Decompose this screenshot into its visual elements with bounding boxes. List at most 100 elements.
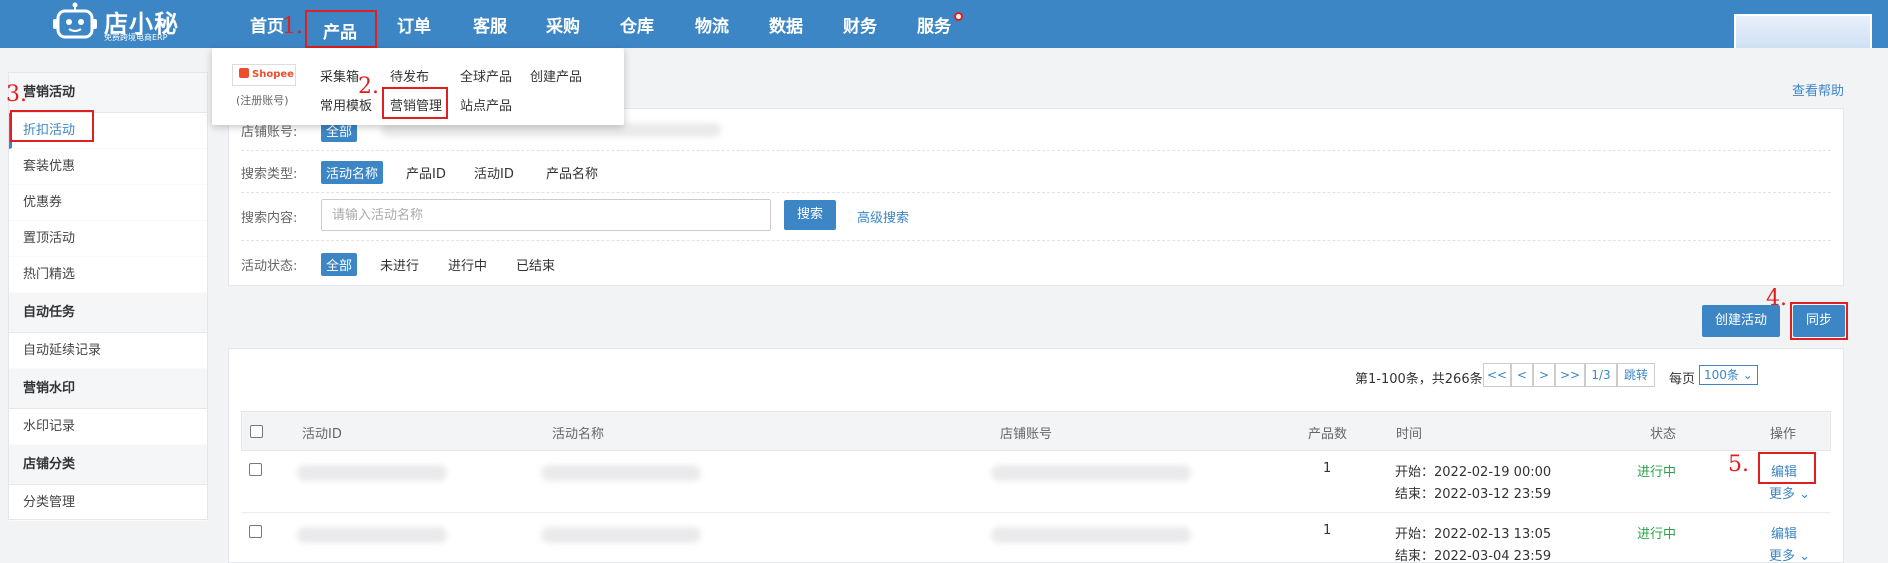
- step-2-highlight: [382, 87, 448, 119]
- more-dropdown[interactable]: 更多 ⌄: [1769, 545, 1810, 563]
- sidebar-item-coupon[interactable]: 优惠券: [9, 185, 207, 221]
- nav-services[interactable]: 服务: [917, 12, 951, 37]
- search-type-label: 搜索类型:: [241, 167, 298, 182]
- col-activity-id: 活动ID: [302, 427, 342, 442]
- pager-first-button[interactable]: <<: [1483, 363, 1511, 387]
- filter-panel: 店铺账号: 全部 搜索类型: 活动名称 产品ID 活动ID 产品名称 搜索内容:…: [228, 108, 1844, 286]
- status-filter-ended[interactable]: 已结束: [511, 253, 560, 276]
- edit-link[interactable]: 编辑: [1771, 523, 1797, 542]
- menu-item-global-products[interactable]: 全球产品: [460, 66, 512, 85]
- nav-purchasing[interactable]: 采购: [546, 12, 580, 37]
- step-5-label: 5.: [1728, 452, 1749, 477]
- status-badge: 进行中: [1637, 465, 1677, 480]
- sidebar-item-top-picks[interactable]: 热门精选: [9, 257, 207, 293]
- pager-next-button[interactable]: >: [1533, 363, 1555, 387]
- col-status: 状态: [1650, 427, 1677, 442]
- advanced-search-link[interactable]: 高级搜索: [857, 207, 909, 226]
- product-count: 1: [1323, 523, 1332, 538]
- more-dropdown[interactable]: 更多 ⌄: [1769, 483, 1810, 502]
- select-all-checkbox[interactable]: [250, 425, 263, 438]
- status-filter-not-started[interactable]: 未进行: [375, 253, 424, 276]
- chevron-down-icon: ⌄: [1738, 368, 1753, 382]
- step-5-highlight: [1758, 452, 1816, 484]
- step-1-label: 1.: [282, 14, 303, 39]
- sidebar-item-category-manage[interactable]: 分类管理: [9, 485, 207, 521]
- sidebar-group-auto-tasks: 自动任务: [9, 293, 207, 333]
- nav-data[interactable]: 数据: [769, 12, 803, 37]
- nav-logistics[interactable]: 物流: [695, 12, 729, 37]
- search-type-product-name[interactable]: 产品名称: [541, 161, 603, 184]
- row-checkbox[interactable]: [249, 525, 262, 538]
- sidebar-item-bundle[interactable]: 套装优惠: [9, 149, 207, 185]
- search-type-activity-name[interactable]: 活动名称: [321, 161, 384, 184]
- nav-customer-service[interactable]: 客服: [473, 12, 507, 37]
- end-time: 结束：2022-03-12 23:59: [1395, 487, 1552, 502]
- table-row: 1 开始：2022-02-19 00:00 结束：2022-03-12 23:5…: [241, 451, 1831, 513]
- pager-current-page: 1/3: [1585, 363, 1617, 387]
- robot-logo-icon: [53, 2, 97, 39]
- nav-products[interactable]: 产品: [305, 10, 377, 48]
- nav-orders[interactable]: 订单: [397, 12, 431, 37]
- col-shop-account: 店铺账号: [1000, 427, 1053, 442]
- step-2-label: 2.: [358, 74, 379, 99]
- per-page-select[interactable]: 100条 ⌄: [1699, 365, 1758, 385]
- table-panel: 第1-100条，共266条 << < > >> 1/3 跳转 每页 100条 ⌄…: [228, 348, 1844, 563]
- activity-name-blurred: [541, 465, 701, 481]
- sidebar-item-watermark-log[interactable]: 水印记录: [9, 409, 207, 445]
- search-input[interactable]: [321, 199, 771, 231]
- filter-row-search-type: 搜索类型: 活动名称 产品ID 活动ID 产品名称: [241, 151, 1831, 193]
- sidebar-group-shop-category: 店铺分类: [9, 445, 207, 485]
- pager-prev-button[interactable]: <: [1511, 363, 1533, 387]
- search-type-activity-id[interactable]: 活动ID: [469, 161, 519, 184]
- nav-finance[interactable]: 财务: [843, 12, 877, 37]
- filter-row-status: 活动状态: 全部 未进行 进行中 已结束: [241, 241, 1831, 283]
- pager-jump-button[interactable]: 跳转: [1617, 363, 1655, 387]
- sidebar-item-pin-top[interactable]: 置顶活动: [9, 221, 207, 257]
- shop-account-blurred: [991, 527, 1191, 543]
- col-time: 时间: [1396, 427, 1423, 442]
- shop-account-blurred: [991, 465, 1191, 481]
- shopping-bag-icon: [239, 68, 249, 78]
- search-button[interactable]: 搜索: [784, 200, 836, 230]
- col-product-count: 产品数: [1308, 427, 1348, 442]
- pagination: 第1-100条，共266条 << < > >> 1/3 跳转 每页 100条 ⌄: [1355, 363, 1815, 389]
- step-3-label: 3.: [6, 82, 27, 107]
- per-page-value: 100条: [1704, 368, 1739, 382]
- sidebar-group-marketing: 营销活动: [9, 73, 207, 113]
- help-link[interactable]: 查看帮助: [1792, 80, 1844, 99]
- start-time: 开始：2022-02-13 13:05: [1395, 527, 1552, 542]
- activity-id-blurred: [297, 527, 447, 543]
- status-filter-all[interactable]: 全部: [321, 253, 358, 276]
- sidebar-item-auto-renew-log[interactable]: 自动延续记录: [9, 333, 207, 369]
- table-header: 活动ID 活动名称 店铺账号 产品数 时间 状态 操作: [241, 411, 1831, 451]
- user-account-area[interactable]: [1734, 14, 1872, 48]
- nav-home[interactable]: 首页: [250, 12, 284, 37]
- products-dropdown-menu: Shopee (注册账号) 采集箱 待发布 全球产品 创建产品 常用模板 营销管…: [212, 48, 624, 125]
- notification-dot: [954, 12, 963, 21]
- status-badge: 进行中: [1637, 527, 1677, 542]
- pager-summary: 第1-100条，共266条: [1355, 372, 1483, 387]
- status-label: 活动状态:: [241, 259, 298, 274]
- menu-item-pending-publish[interactable]: 待发布: [390, 66, 429, 85]
- col-activity-name: 活动名称: [552, 427, 605, 442]
- shop-accounts-blurred: [381, 123, 721, 137]
- menu-item-site-products[interactable]: 站点产品: [460, 95, 512, 114]
- sidebar-group-watermark: 营销水印: [9, 369, 207, 409]
- register-account-note[interactable]: (注册账号): [236, 92, 289, 108]
- row-checkbox[interactable]: [249, 463, 262, 476]
- shopee-platform-logo: Shopee: [232, 64, 296, 86]
- chevron-down-icon: ⌄: [1795, 549, 1811, 563]
- pager-last-button[interactable]: >>: [1555, 363, 1585, 387]
- step-4-highlight: [1790, 302, 1848, 340]
- more-label: 更多: [1769, 549, 1796, 563]
- search-type-product-id[interactable]: 产品ID: [401, 161, 451, 184]
- col-actions: 操作: [1770, 427, 1797, 442]
- activity-name-blurred: [541, 527, 701, 543]
- more-label: 更多: [1769, 487, 1796, 502]
- menu-item-collection-box[interactable]: 采集箱: [320, 66, 359, 85]
- nav-warehouse[interactable]: 仓库: [620, 12, 654, 37]
- menu-item-create-product[interactable]: 创建产品: [530, 66, 582, 85]
- filter-row-search-content: 搜索内容: 搜索 高级搜索: [241, 193, 1831, 241]
- app-logo[interactable]: 店小秘 免费跨境电商ERP: [52, 2, 182, 46]
- status-filter-in-progress[interactable]: 进行中: [443, 253, 492, 276]
